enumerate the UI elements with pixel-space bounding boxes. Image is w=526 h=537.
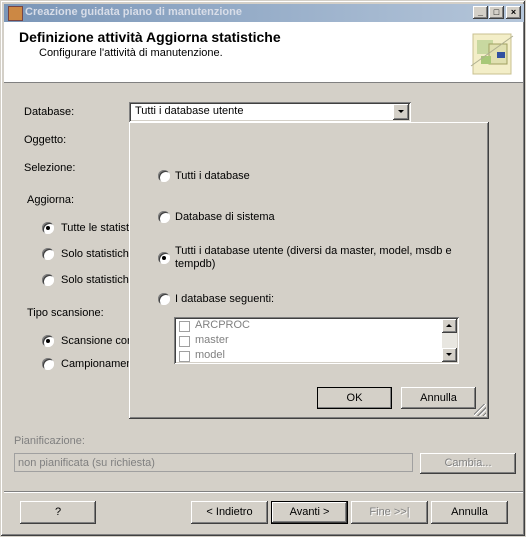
pianificazione-value: non pianificata (su richiesta) bbox=[18, 457, 155, 469]
oggetto-label: Oggetto: bbox=[24, 134, 67, 146]
option-system-db-radio[interactable] bbox=[158, 211, 170, 223]
aggiorna-radio-2[interactable] bbox=[42, 248, 54, 260]
db-item-arcproc: ARCPROC bbox=[195, 319, 251, 331]
minimize-button[interactable]: _ bbox=[473, 6, 488, 19]
checkbox-master[interactable] bbox=[179, 336, 190, 347]
next-button[interactable]: Avanti > bbox=[271, 501, 348, 524]
app-icon bbox=[8, 6, 23, 21]
wizard-header: Definizione attività Aggiorna statistich… bbox=[4, 22, 523, 83]
option-specific-db-radio[interactable] bbox=[158, 293, 170, 305]
scan-full-option: Scansione cor bbox=[61, 335, 131, 347]
scan-sample-radio[interactable] bbox=[42, 358, 54, 370]
back-button[interactable]: < Indietro bbox=[191, 501, 268, 524]
scroll-up-icon[interactable] bbox=[442, 319, 457, 333]
aggiorna-radio-all[interactable] bbox=[42, 222, 54, 234]
cambia-button[interactable]: Cambia... bbox=[420, 453, 516, 474]
cancel-button[interactable]: Annulla bbox=[431, 501, 508, 524]
db-item-master: master bbox=[195, 334, 229, 346]
option-specific-db: I database seguenti: bbox=[175, 293, 275, 305]
aggiorna-option-2: Solo statistiche bbox=[61, 248, 135, 260]
wizard-graphic-icon bbox=[470, 33, 514, 75]
help-button[interactable]: ? bbox=[20, 501, 96, 524]
maximize-button[interactable]: □ bbox=[489, 6, 504, 19]
checkbox-model[interactable] bbox=[179, 351, 190, 362]
window-title: Creazione guidata piano di manutenzione bbox=[25, 6, 242, 18]
database-dropdown[interactable]: Tutti i database utente bbox=[129, 102, 411, 122]
database-checklist[interactable]: ARCPROC master model bbox=[174, 317, 459, 364]
tipo-scansione-label: Tipo scansione: bbox=[27, 307, 104, 319]
aggiorna-label: Aggiorna: bbox=[27, 194, 75, 206]
database-dropdown-value: Tutti i database utente bbox=[135, 105, 244, 117]
db-item-model: model bbox=[195, 349, 225, 361]
option-user-db: Tutti i database utente (diversi da mast… bbox=[175, 245, 452, 270]
wizard-window: Creazione guidata piano di manutenzione … bbox=[0, 0, 526, 537]
selezione-label: Selezione: bbox=[24, 162, 76, 174]
page-title: Definizione attività Aggiorna statistich… bbox=[19, 29, 281, 45]
database-selection-popup: Tutti i database Database di sistema Tut… bbox=[129, 122, 489, 419]
aggiorna-option-all: Tutte le statisti bbox=[61, 222, 132, 234]
popup-cancel-button[interactable]: Annulla bbox=[401, 387, 476, 409]
scroll-down-icon[interactable] bbox=[442, 348, 457, 362]
pianificazione-field: non pianificata (su richiesta) bbox=[14, 453, 413, 472]
scan-full-radio[interactable] bbox=[42, 335, 54, 347]
aggiorna-radio-3[interactable] bbox=[42, 274, 54, 286]
checklist-scrollbar[interactable] bbox=[442, 319, 457, 362]
checkbox-arcproc[interactable] bbox=[179, 321, 190, 332]
option-system-db: Database di sistema bbox=[175, 211, 275, 223]
option-all-db: Tutti i database bbox=[175, 170, 250, 182]
page-subtitle: Configurare l'attività di manutenzione. bbox=[39, 47, 223, 59]
finish-button[interactable]: Fine >>| bbox=[351, 501, 428, 524]
dropdown-arrow-icon[interactable] bbox=[393, 104, 409, 120]
ok-button[interactable]: OK bbox=[317, 387, 392, 409]
footer-separator bbox=[4, 491, 523, 493]
database-label: Database: bbox=[24, 106, 75, 118]
close-button[interactable]: × bbox=[506, 6, 521, 19]
aggiorna-option-3: Solo statistiche bbox=[61, 274, 135, 286]
pianificazione-label: Pianificazione: bbox=[14, 435, 85, 447]
scan-sample-option: Campionamen bbox=[61, 358, 133, 370]
title-bar[interactable]: Creazione guidata piano di manutenzione … bbox=[4, 4, 524, 22]
resize-grip-icon[interactable] bbox=[474, 404, 486, 416]
option-all-db-radio[interactable] bbox=[158, 170, 170, 182]
option-user-db-radio[interactable] bbox=[158, 252, 170, 264]
